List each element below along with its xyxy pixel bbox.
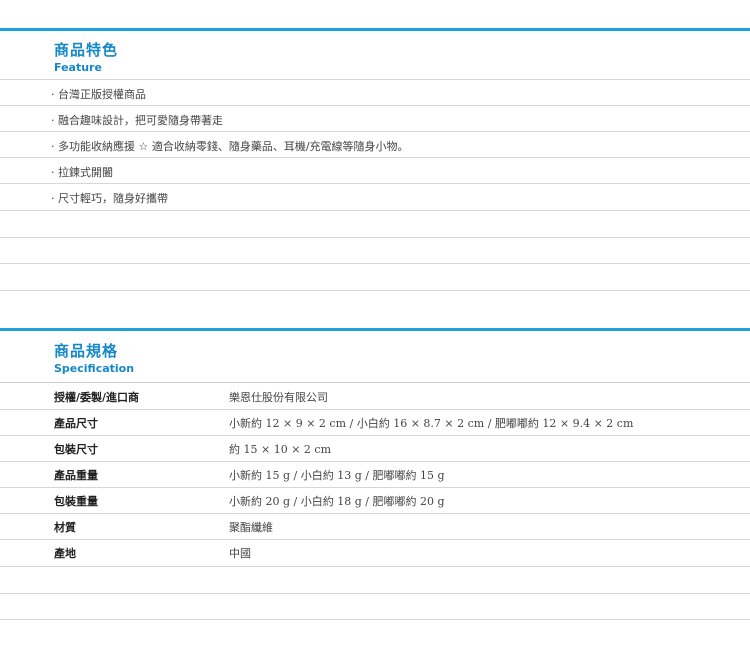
spec-label: 產品尺寸 [54,417,98,430]
spec-value: 小新約 15 g / 小白約 13 g / 肥嘟嘟約 15 g [229,469,445,482]
spec-label: 授權/委製/進口商 [54,391,140,404]
divider [0,105,750,106]
feature-top-bar [0,28,750,31]
spec-value: 樂恩仕股份有限公司 [229,391,328,404]
feature-item: ‧ 拉鍊式開闔 [51,166,113,179]
spec-subtitle: Specification [54,362,135,375]
spec-value: 小新約 20 g / 小白約 18 g / 肥嘟嘟約 20 g [229,495,445,508]
divider [0,619,750,620]
spec-value: 中國 [229,547,251,560]
spec-label: 材質 [54,521,76,534]
spec-label: 包裝重量 [54,495,98,508]
divider [0,131,750,132]
divider [0,263,750,264]
spec-heading: 商品規格 Specification [54,342,134,375]
divider [0,487,750,488]
divider [0,290,750,291]
divider [0,566,750,567]
spec-value: 小新約 12 × 9 × 2 cm / 小白約 16 × 8.7 × 2 cm … [229,417,634,430]
divider [0,513,750,514]
feature-item: ‧ 融合趣味設計，把可愛隨身帶著走 [51,114,223,127]
feature-subtitle: Feature [54,61,102,74]
spec-title: 商品規格 [54,342,119,360]
divider [0,593,750,594]
divider [0,79,750,80]
feature-item: ‧ 尺寸輕巧，隨身好攜帶 [51,192,168,205]
divider [0,210,750,211]
spec-value: 聚酯纖維 [229,521,273,534]
divider [0,237,750,238]
spec-value: 約 15 × 10 × 2 cm [229,443,331,456]
divider [0,461,750,462]
divider [0,183,750,184]
spec-label: 產地 [54,547,76,560]
feature-item: ‧ 台灣正版授權商品 [51,88,146,101]
divider [0,539,750,540]
spec-label: 包裝尺寸 [54,443,98,456]
feature-heading: 商品特色 Feature [54,41,118,74]
divider [0,382,750,383]
spec-label: 產品重量 [54,469,98,482]
divider [0,435,750,436]
feature-title: 商品特色 [54,41,119,59]
spec-top-bar [0,328,750,331]
feature-item: ‧ 多功能收納應援 ☆ 適合收納零錢、隨身藥品、耳機/充電線等隨身小物。 [51,140,409,153]
divider [0,409,750,410]
divider [0,157,750,158]
